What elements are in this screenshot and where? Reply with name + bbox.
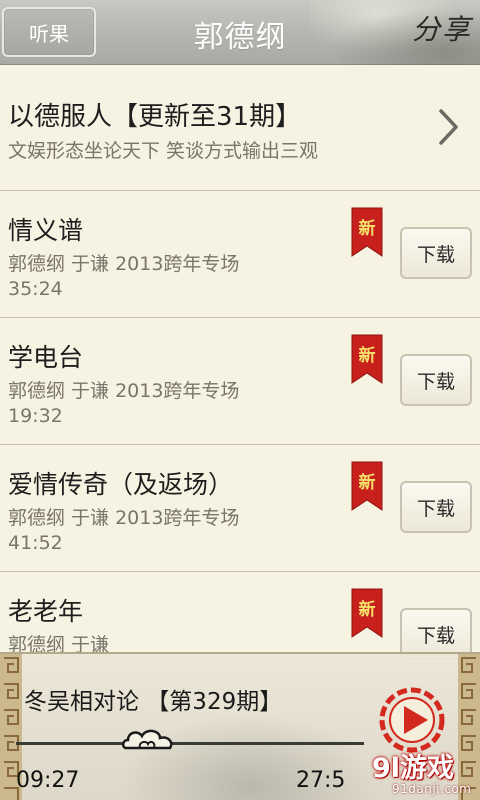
page-title: 郭德纲 [193,20,287,55]
episode-duration: 35:24 [8,278,63,300]
new-badge-icon: 新 [351,588,383,638]
new-badge-icon: 新 [351,207,383,257]
episode-row[interactable]: 爱情传奇（及返场） 郭德纲 于谦 2013跨年专场 41:52 新 下载 [0,445,480,572]
album-description: 文娱形态坐论天下 笑谈方式输出三观 [8,140,319,162]
new-badge-icon: 新 [351,461,383,511]
watermark-logo: 9l游戏 [372,753,455,784]
download-button[interactable]: 下载 [400,481,472,533]
episode-duration: 19:32 [8,405,63,427]
svg-text:新: 新 [359,345,376,366]
episode-title: 学电台 [8,343,84,372]
share-button[interactable]: 分享 [406,6,478,50]
watermark-url: 91danji.com [392,782,472,796]
current-time: 09:27 [16,768,80,793]
back-button[interactable]: 听果 [2,7,96,57]
svg-text:新: 新 [359,472,376,493]
episode-title: 情义谱 [8,216,84,245]
episode-title: 老老年 [8,597,84,626]
episode-row[interactable]: 学电台 郭德纲 于谦 2013跨年专场 19:32 新 下载 [0,318,480,445]
play-icon[interactable] [378,686,446,754]
album-row[interactable]: 以德服人【更新至31期】 文娱形态坐论天下 笑谈方式输出三观 [0,66,480,191]
episode-duration: 41:52 [8,532,63,554]
episode-subtitle: 郭德纲 于谦 2013跨年专场 [8,253,240,275]
svg-text:新: 新 [359,599,376,620]
top-bar: 听果 郭德纲 分享 [0,0,480,65]
episode-row[interactable]: 情义谱 郭德纲 于谦 2013跨年专场 35:24 新 下载 [0,191,480,318]
episode-title: 爱情传奇（及返场） [8,470,234,499]
chevron-right-icon [439,109,458,145]
episode-subtitle: 郭德纲 于谦 2013跨年专场 [8,380,240,402]
download-button[interactable]: 下载 [400,354,472,406]
total-time: 27:5 [296,768,346,793]
new-badge-icon: 新 [351,334,383,384]
watermark: 9l游戏 91danji.com [372,746,478,798]
episode-subtitle: 郭德纲 于谦 2013跨年专场 [8,507,240,529]
now-playing-title: 冬吴相对论 【第329期】 [24,689,283,715]
album-title: 以德服人【更新至31期】 [8,102,302,132]
cloud-knob-icon[interactable] [120,726,176,758]
progress-track[interactable] [16,742,364,745]
svg-text:新: 新 [359,218,376,239]
download-button[interactable]: 下载 [400,227,472,279]
